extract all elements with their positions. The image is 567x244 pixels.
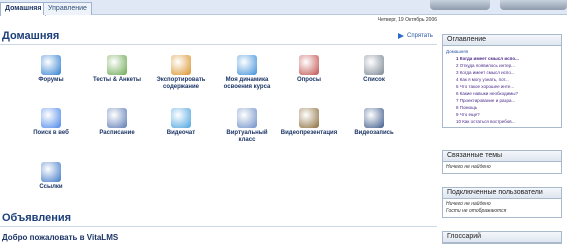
tool-7[interactable]: Поиск в веб xyxy=(22,108,80,137)
current-date: Четверг, 19 Октябрь 2006 xyxy=(377,17,437,23)
hide-link[interactable]: Спрятать xyxy=(398,33,433,39)
tool-label: Опросы xyxy=(296,77,321,83)
checklist-icon xyxy=(107,55,127,75)
google-search-icon xyxy=(41,108,61,128)
tool-label: Экспортировать содержание xyxy=(156,77,206,90)
connected-empty: Ничего не найдено xyxy=(446,201,491,207)
welcome-heading: Добро пожаловать в VitaLMS xyxy=(2,233,119,242)
connected-title: Подключенные пользователи xyxy=(443,188,561,199)
survey-icon xyxy=(299,55,319,75)
tool-label: Виртуальный класс xyxy=(226,130,268,143)
glossary-title: Глоссарий xyxy=(443,232,561,243)
toc-item[interactable]: 8 Помощь xyxy=(446,104,558,111)
virtual-class-icon xyxy=(237,108,257,128)
tool-label: Видеозапись xyxy=(354,130,394,136)
connected-panel: Подключенные пользователи Ничего не найд… xyxy=(442,187,562,218)
toc-root[interactable]: Домашняя xyxy=(446,48,558,55)
schedule-icon xyxy=(107,108,127,128)
video-chat-icon xyxy=(171,108,191,128)
toc-item[interactable]: 3 Когда имеет смысл испо... xyxy=(446,69,558,76)
tool-8[interactable]: Расписание xyxy=(88,108,146,137)
tool-label: Видеочат xyxy=(166,130,196,136)
divider xyxy=(0,226,437,227)
tool-label: Ссылки xyxy=(39,184,63,190)
progress-chart-icon xyxy=(237,55,257,75)
tab-management[interactable]: Управление xyxy=(43,2,92,15)
toc-item[interactable]: 5 Что такое хорошее инте... xyxy=(446,83,558,90)
laptop-image xyxy=(500,0,567,10)
video-record-icon xyxy=(364,108,384,128)
tool-label: Список xyxy=(363,77,385,83)
arrow-right-icon xyxy=(398,33,404,39)
divider xyxy=(0,44,437,45)
tab-home[interactable]: Домашняя xyxy=(0,2,47,16)
toc-body: Домашняя 1 Когда имеет смысл испо... 2 От… xyxy=(443,46,561,127)
tool-6[interactable]: Список xyxy=(345,55,403,84)
keyboard-image xyxy=(430,0,490,10)
toc-item[interactable]: 1 Когда имеет смысл испо... xyxy=(446,55,558,62)
connected-hidden: Гости не отображаются xyxy=(446,208,507,214)
related-title: Связанные темы xyxy=(443,151,561,162)
announcements-title: Объявления xyxy=(2,212,72,224)
tool-label: Тесты & Анкеты xyxy=(93,77,141,83)
tool-label: Поиск в веб xyxy=(33,130,69,136)
toc-item[interactable]: 10 Как остаться востребов... xyxy=(446,118,558,125)
forum-icon xyxy=(41,55,61,75)
toc-item[interactable]: 9 Что еще? xyxy=(446,111,558,118)
tool-2[interactable]: Тесты & Анкеты xyxy=(88,55,146,84)
tool-4[interactable]: Моя динамика освоения курса xyxy=(218,55,276,91)
tool-13[interactable]: Ссылки xyxy=(22,162,80,191)
tool-5[interactable]: Опросы xyxy=(280,55,338,84)
tool-12[interactable]: Видеозапись xyxy=(345,108,403,137)
tool-label: Форумы xyxy=(38,77,64,83)
toc-item[interactable]: 6 Какие навыки необходимы? xyxy=(446,90,558,97)
toc-title: Оглавление xyxy=(443,35,561,46)
export-box-icon xyxy=(171,55,191,75)
tool-label: Расписание xyxy=(99,130,135,136)
tool-11[interactable]: Видеопрезентация xyxy=(280,108,338,137)
glossary-panel: Глоссарий xyxy=(442,231,562,244)
tool-label: Моя динамика освоения курса xyxy=(223,77,271,90)
tool-3[interactable]: Экспортировать содержание xyxy=(152,55,210,91)
toc-item[interactable]: 2 Откуда появилось интер... xyxy=(446,62,558,69)
toc-item[interactable]: 7 Проектирование и разра... xyxy=(446,97,558,104)
related-panel: Связанные темы Ничего не найдено xyxy=(442,150,562,174)
tool-10[interactable]: Виртуальный класс xyxy=(218,108,276,144)
tool-1[interactable]: Форумы xyxy=(22,55,80,84)
video-presentation-icon xyxy=(299,108,319,128)
toc-panel: Оглавление Домашняя 1 Когда имеет смысл … xyxy=(442,34,562,128)
toc-item[interactable]: 4 Как я могу узнать, пот... xyxy=(446,76,558,83)
page-title: Домашняя xyxy=(2,30,60,42)
tool-9[interactable]: Видеочат xyxy=(152,108,210,137)
user-list-icon xyxy=(364,55,384,75)
links-icon xyxy=(41,162,61,182)
tool-label: Видеопрезентация xyxy=(280,130,338,136)
related-empty: Ничего не найдено xyxy=(446,164,491,170)
hide-link-label: Спрятать xyxy=(407,33,433,39)
